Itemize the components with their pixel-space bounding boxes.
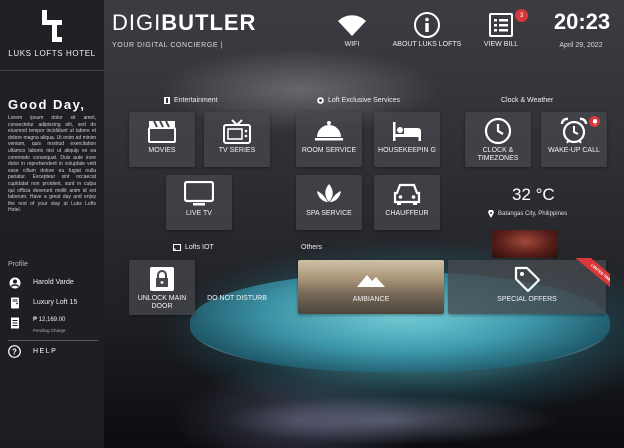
- retro-tv-icon: [223, 119, 251, 144]
- about-button[interactable]: ABOUT LUKS LOFTS: [391, 10, 463, 49]
- clock-timezones-tile[interactable]: CLOCK & TIMEZONES: [465, 112, 531, 167]
- clapperboard-icon: [148, 120, 176, 143]
- movies-label: MOVIES: [148, 147, 176, 154]
- mountain-icon: [357, 275, 385, 287]
- app-subtitle: YOUR DIGITAL CONCIERGE |: [112, 42, 224, 49]
- section-label: Loft Exclusive Services: [328, 97, 400, 104]
- section-entertainment: Entertainment: [164, 97, 218, 104]
- live-tv-label: LIVE TV: [186, 210, 212, 217]
- clock-time: 20:23: [553, 9, 611, 34]
- sidebar: LUKS LOFTS HOTEL Good Day, Lorem ipsum d…: [0, 0, 104, 448]
- tv-series-tile[interactable]: TV SERIES: [204, 112, 270, 167]
- room-service-label: ROOM SERVICE: [301, 147, 357, 154]
- movies-tile[interactable]: MOVIES: [129, 112, 195, 167]
- wifi-button[interactable]: WIFI: [316, 10, 388, 49]
- divider: [8, 340, 98, 341]
- housekeeping-label: HOUSEKEEPIN G: [378, 147, 436, 154]
- alarm-clock-icon: [560, 117, 588, 144]
- bill-count-badge: 3: [515, 9, 528, 22]
- ambiance-tile[interactable]: AMBIANCE: [298, 260, 444, 314]
- profile-label: Profile: [8, 261, 28, 268]
- do-not-disturb-label: DO NOT DISTURB: [207, 295, 267, 302]
- room-service-tile[interactable]: ROOM SERVICE: [296, 112, 362, 167]
- about-label: ABOUT LUKS LOFTS: [392, 41, 462, 48]
- view-bill-label: VIEW BILL: [483, 41, 519, 48]
- star-circle-icon: [317, 97, 324, 104]
- section-label: Entertainment: [174, 97, 218, 104]
- divider: [0, 70, 104, 71]
- do-not-disturb-tile[interactable]: DO NOT DISTURB: [204, 260, 270, 315]
- moon-icon: [233, 266, 246, 292]
- limited-time-ribbon: LIMITED TIME: [566, 258, 610, 302]
- greeting: Good Day,: [8, 97, 86, 112]
- hotel-logo-icon: [42, 10, 62, 42]
- weather-location-label: Batangas City, Philippines: [498, 211, 568, 217]
- live-tv-tile[interactable]: LIVE TV: [166, 175, 232, 230]
- car-icon: [393, 183, 421, 205]
- price-tag-icon: [514, 266, 541, 293]
- section-clock-weather: Clock & Weather: [501, 97, 553, 104]
- ambiance-label: AMBIANCE: [352, 296, 390, 303]
- app-title: DIGIBUTLER: [112, 10, 256, 36]
- film-strip-icon: [164, 97, 170, 104]
- section-label: Others: [301, 244, 323, 251]
- bill-icon: [489, 13, 513, 37]
- section-label: Lofts IOT: [185, 244, 214, 251]
- svg-text:?: ?: [12, 347, 17, 356]
- hotel-name: LUKS LOFTS HOTEL: [8, 49, 96, 58]
- section-services: Loft Exclusive Services: [317, 97, 400, 104]
- floor-light: [220, 395, 560, 445]
- section-label: Clock & Weather: [501, 97, 554, 104]
- clock-timezones-label: CLOCK & TIMEZONES: [477, 147, 519, 162]
- cloche-icon: [315, 121, 343, 141]
- weather-thumbnail: [492, 230, 558, 258]
- bell-icon: [592, 119, 597, 125]
- guest-name: Harold Varde: [33, 279, 74, 286]
- user-icon: [8, 276, 21, 289]
- section-iot: Lofts IOT: [173, 244, 214, 251]
- door-icon: [8, 296, 21, 309]
- title-light: DIGI: [112, 10, 162, 35]
- help-button[interactable]: ? HELP: [8, 345, 57, 358]
- housekeeping-tile[interactable]: HOUSEKEEPIN G: [374, 112, 440, 167]
- clock-date: April 29, 2022: [559, 42, 603, 49]
- wifi-label: WIFI: [344, 41, 360, 48]
- wake-up-call-label: WAKE-UP CALL: [548, 147, 600, 154]
- section-others: Others: [301, 244, 322, 251]
- television-icon: [184, 181, 214, 206]
- alarm-bell-badge: [589, 116, 600, 127]
- spa-service-tile[interactable]: SPA SERVICE: [296, 175, 362, 230]
- welcome-message: Lorem ipsum dolor sit amet, consectetur …: [8, 115, 96, 214]
- room-row: Luxury Loft 15: [8, 296, 77, 309]
- lotus-icon: [317, 184, 341, 202]
- weather-temperature: 32 °C: [512, 185, 555, 204]
- chauffeur-tile[interactable]: CHAUFFEUR: [374, 175, 440, 230]
- info-icon: [414, 12, 440, 38]
- guest-name-row: Harold Varde: [8, 276, 74, 289]
- help-label: HELP: [33, 348, 58, 355]
- clock-icon: [484, 117, 512, 145]
- room-name: Luxury Loft 15: [33, 299, 78, 306]
- pending-charge-label: Pending Charge: [33, 328, 66, 333]
- unlock-door-tile[interactable]: UNLOCK MAIN DOOR: [129, 260, 195, 315]
- unlock-door-label: UNLOCK MAIN DOOR: [137, 295, 187, 310]
- weather-location: Batangas City, Philippines: [488, 210, 567, 218]
- location-pin-icon: [488, 210, 494, 218]
- ribbon-label: LIMITED TIME: [574, 258, 610, 297]
- chauffeur-label: CHAUFFEUR: [385, 210, 429, 217]
- wifi-icon: [338, 15, 366, 36]
- title-bold: BUTLER: [161, 10, 257, 35]
- lock-icon: [150, 267, 174, 291]
- tv-series-label: TV SERIES: [218, 147, 256, 154]
- pending-amount: ₱ 12,169.00: [33, 316, 66, 323]
- cast-icon: [173, 244, 181, 251]
- question-icon: ?: [8, 345, 21, 358]
- receipt-icon: [8, 316, 21, 329]
- bed-icon: [393, 122, 421, 141]
- spa-service-label: SPA SERVICE: [306, 210, 352, 217]
